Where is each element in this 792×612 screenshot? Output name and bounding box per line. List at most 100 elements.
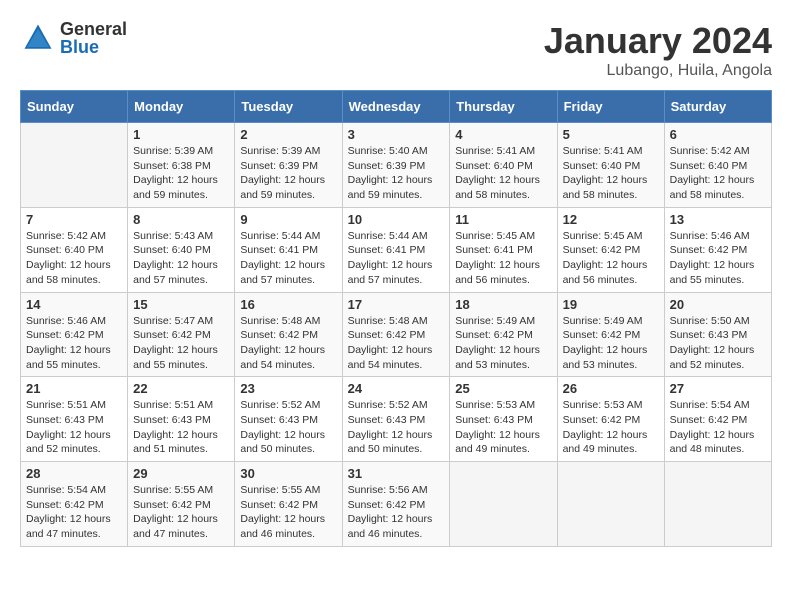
day-number: 29 — [133, 466, 229, 481]
day-number: 13 — [670, 212, 766, 227]
column-header-wednesday: Wednesday — [342, 91, 450, 123]
day-info: Sunrise: 5:55 AMSunset: 6:42 PMDaylight:… — [133, 483, 229, 542]
day-number: 15 — [133, 297, 229, 312]
day-cell: 12 Sunrise: 5:45 AMSunset: 6:42 PMDayligh… — [557, 207, 664, 292]
day-cell: 6Sunrise: 5:42 AMSunset: 6:40 PMDaylight… — [664, 123, 771, 208]
column-header-sunday: Sunday — [21, 91, 128, 123]
day-cell: 11 Sunrise: 5:45 AMSunset: 6:41 PMDayligh… — [450, 207, 557, 292]
day-number: 21 — [26, 381, 122, 396]
day-info: Sunrise: 5:45 AMSunset: 6:41 PMDaylight:… — [455, 229, 551, 288]
day-number: 19 — [563, 297, 659, 312]
column-header-tuesday: Tuesday — [235, 91, 342, 123]
day-cell: 15 Sunrise: 5:47 AMSunset: 6:42 PMDayligh… — [128, 292, 235, 377]
day-info: Sunrise: 5:44 AMSunset: 6:41 PMDaylight:… — [348, 229, 445, 288]
day-cell: 10Sunrise: 5:44 AMSunset: 6:41 PMDayligh… — [342, 207, 450, 292]
day-number: 27 — [670, 381, 766, 396]
day-info: Sunrise: 5:48 AMSunset: 6:42 PMDaylight:… — [348, 314, 445, 373]
day-number: 31 — [348, 466, 445, 481]
day-info: Sunrise: 5:53 AMSunset: 6:42 PMDaylight:… — [563, 398, 659, 457]
day-cell: 2 Sunrise: 5:39 AMSunset: 6:39 PMDaylight… — [235, 123, 342, 208]
day-cell: 20Sunrise: 5:50 AMSunset: 6:43 PMDayligh… — [664, 292, 771, 377]
day-number: 9 — [240, 212, 336, 227]
day-number: 20 — [670, 297, 766, 312]
logo: General Blue — [20, 20, 127, 56]
day-cell: 17 Sunrise: 5:48 AMSunset: 6:42 PMDayligh… — [342, 292, 450, 377]
day-number: 6 — [670, 127, 766, 142]
calendar-table: SundayMondayTuesdayWednesdayThursdayFrid… — [20, 90, 772, 547]
day-cell: 24Sunrise: 5:52 AMSunset: 6:43 PMDayligh… — [342, 377, 450, 462]
day-number: 3 — [348, 127, 445, 142]
day-number: 1 — [133, 127, 229, 142]
day-cell: 9Sunrise: 5:44 AMSunset: 6:41 PMDaylight… — [235, 207, 342, 292]
day-info: Sunrise: 5:47 AMSunset: 6:42 PMDaylight:… — [133, 314, 229, 373]
day-cell: 14 Sunrise: 5:46 AMSunset: 6:42 PMDayligh… — [21, 292, 128, 377]
calendar-title: January 2024 — [544, 20, 772, 62]
day-info: Sunrise: 5:39 AMSunset: 6:38 PMDaylight:… — [133, 144, 229, 203]
day-info: Sunrise: 5:56 AMSunset: 6:42 PMDaylight:… — [348, 483, 445, 542]
day-number: 7 — [26, 212, 122, 227]
day-number: 5 — [563, 127, 659, 142]
day-number: 30 — [240, 466, 336, 481]
logo-icon — [20, 20, 56, 56]
logo-general-text: General — [60, 20, 127, 38]
day-cell: 7 Sunrise: 5:42 AMSunset: 6:40 PMDaylight… — [21, 207, 128, 292]
day-info: Sunrise: 5:48 AMSunset: 6:42 PMDaylight:… — [240, 314, 336, 373]
day-cell — [450, 462, 557, 547]
title-area: January 2024 Lubango, Huila, Angola — [544, 20, 772, 80]
day-number: 2 — [240, 127, 336, 142]
day-number: 8 — [133, 212, 229, 227]
day-info: Sunrise: 5:41 AMSunset: 6:40 PMDaylight:… — [563, 144, 659, 203]
calendar-header-row: SundayMondayTuesdayWednesdayThursdayFrid… — [21, 91, 772, 123]
column-header-friday: Friday — [557, 91, 664, 123]
day-info: Sunrise: 5:53 AMSunset: 6:43 PMDaylight:… — [455, 398, 551, 457]
logo-blue-text: Blue — [60, 38, 127, 56]
day-cell: 26 Sunrise: 5:53 AMSunset: 6:42 PMDayligh… — [557, 377, 664, 462]
day-info: Sunrise: 5:40 AMSunset: 6:39 PMDaylight:… — [348, 144, 445, 203]
day-cell: 4 Sunrise: 5:41 AMSunset: 6:40 PMDaylight… — [450, 123, 557, 208]
day-info: Sunrise: 5:51 AMSunset: 6:43 PMDaylight:… — [26, 398, 122, 457]
day-number: 4 — [455, 127, 551, 142]
page-header: General Blue January 2024 Lubango, Huila… — [20, 20, 772, 80]
day-info: Sunrise: 5:46 AMSunset: 6:42 PMDaylight:… — [670, 229, 766, 288]
day-cell: 30Sunrise: 5:55 AMSunset: 6:42 PMDayligh… — [235, 462, 342, 547]
day-info: Sunrise: 5:51 AMSunset: 6:43 PMDaylight:… — [133, 398, 229, 457]
day-number: 14 — [26, 297, 122, 312]
day-cell: 23Sunrise: 5:52 AMSunset: 6:43 PMDayligh… — [235, 377, 342, 462]
day-info: Sunrise: 5:49 AMSunset: 6:42 PMDaylight:… — [455, 314, 551, 373]
day-cell — [21, 123, 128, 208]
day-cell: 18Sunrise: 5:49 AMSunset: 6:42 PMDayligh… — [450, 292, 557, 377]
day-cell — [557, 462, 664, 547]
day-info: Sunrise: 5:42 AMSunset: 6:40 PMDaylight:… — [26, 229, 122, 288]
day-info: Sunrise: 5:49 AMSunset: 6:42 PMDaylight:… — [563, 314, 659, 373]
day-number: 11 — [455, 212, 551, 227]
day-info: Sunrise: 5:39 AMSunset: 6:39 PMDaylight:… — [240, 144, 336, 203]
day-info: Sunrise: 5:45 AMSunset: 6:42 PMDaylight:… — [563, 229, 659, 288]
logo-text: General Blue — [60, 20, 127, 56]
day-number: 16 — [240, 297, 336, 312]
day-number: 24 — [348, 381, 445, 396]
day-cell: 21 Sunrise: 5:51 AMSunset: 6:43 PMDayligh… — [21, 377, 128, 462]
day-number: 22 — [133, 381, 229, 396]
day-cell: 5 Sunrise: 5:41 AMSunset: 6:40 PMDaylight… — [557, 123, 664, 208]
day-cell: 8 Sunrise: 5:43 AMSunset: 6:40 PMDaylight… — [128, 207, 235, 292]
week-row-3: 14 Sunrise: 5:46 AMSunset: 6:42 PMDayligh… — [21, 292, 772, 377]
calendar-subtitle: Lubango, Huila, Angola — [544, 62, 772, 80]
day-cell: 1 Sunrise: 5:39 AMSunset: 6:38 PMDaylight… — [128, 123, 235, 208]
day-cell — [664, 462, 771, 547]
day-cell: 22 Sunrise: 5:51 AMSunset: 6:43 PMDayligh… — [128, 377, 235, 462]
day-cell: 27 Sunrise: 5:54 AMSunset: 6:42 PMDayligh… — [664, 377, 771, 462]
day-info: Sunrise: 5:46 AMSunset: 6:42 PMDaylight:… — [26, 314, 122, 373]
day-info: Sunrise: 5:54 AMSunset: 6:42 PMDaylight:… — [26, 483, 122, 542]
day-cell: 25 Sunrise: 5:53 AMSunset: 6:43 PMDayligh… — [450, 377, 557, 462]
day-info: Sunrise: 5:43 AMSunset: 6:40 PMDaylight:… — [133, 229, 229, 288]
day-number: 12 — [563, 212, 659, 227]
day-info: Sunrise: 5:52 AMSunset: 6:43 PMDaylight:… — [240, 398, 336, 457]
week-row-2: 7 Sunrise: 5:42 AMSunset: 6:40 PMDaylight… — [21, 207, 772, 292]
day-number: 26 — [563, 381, 659, 396]
day-number: 25 — [455, 381, 551, 396]
day-info: Sunrise: 5:41 AMSunset: 6:40 PMDaylight:… — [455, 144, 551, 203]
day-number: 17 — [348, 297, 445, 312]
day-info: Sunrise: 5:54 AMSunset: 6:42 PMDaylight:… — [670, 398, 766, 457]
day-cell: 19 Sunrise: 5:49 AMSunset: 6:42 PMDayligh… — [557, 292, 664, 377]
column-header-saturday: Saturday — [664, 91, 771, 123]
